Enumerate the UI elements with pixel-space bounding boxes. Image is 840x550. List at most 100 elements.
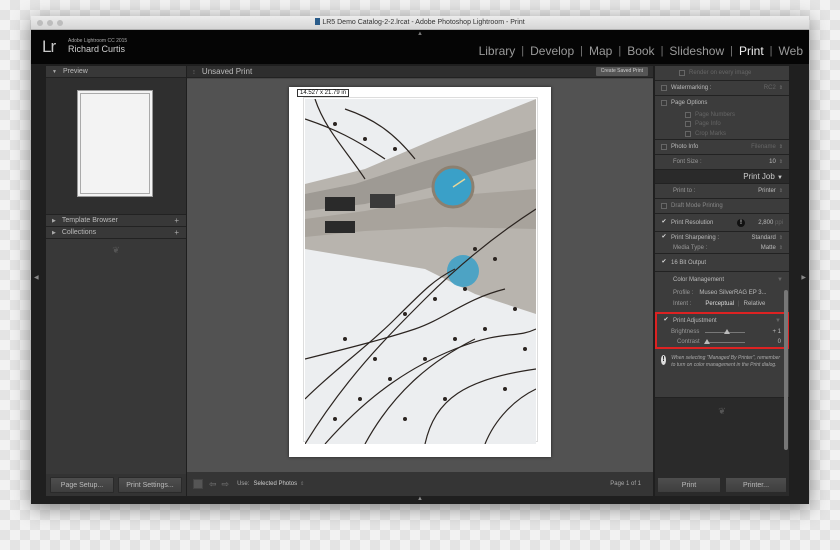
print-to-select[interactable]: Printer ⇕ <box>758 188 783 194</box>
module-develop[interactable]: Develop <box>530 44 574 58</box>
sharpening-section: ✔ Print Sharpening : Standard ⇕ Media Type … <box>655 232 789 254</box>
collections-header[interactable]: ▶ Collections + <box>46 227 186 239</box>
page-options-row[interactable]: Page Options <box>655 96 789 110</box>
collapse-top-panel-icon[interactable]: ▲ <box>417 31 423 37</box>
watermark-select[interactable]: RC2 ⇕ <box>764 85 783 91</box>
watermarking-checkbox[interactable] <box>661 85 667 91</box>
use-label: Use: <box>237 481 250 487</box>
media-type-select[interactable]: Matte ⇕ <box>761 245 783 251</box>
contrast-slider-thumb[interactable] <box>704 339 710 344</box>
resolution-warning-icon[interactable]: ! <box>737 218 745 227</box>
watermarking-row[interactable]: Watermarking : RC2 ⇕ <box>655 81 789 95</box>
print-settings-button[interactable]: Print Settings... <box>118 477 182 493</box>
bit-output-row[interactable]: ✔ 16 Bit Output <box>655 254 789 271</box>
print-header: ⁝ Unsaved Print Create Saved Print <box>187 66 653 78</box>
print-sharpening-checkbox[interactable]: ✔ <box>661 234 667 241</box>
page-numbers-row[interactable]: Page Numbers <box>655 110 789 119</box>
font-size-section: Font Size : 10 ⇕ <box>655 155 789 170</box>
photo-cell[interactable] <box>305 99 536 444</box>
font-size-row[interactable]: Font Size : 10 ⇕ <box>655 155 789 169</box>
render-every-image-row[interactable]: Render on every image <box>655 66 789 80</box>
brightness-slider[interactable] <box>705 329 745 334</box>
watermarking-row-section: Watermarking : RC2 ⇕ <box>655 81 789 96</box>
photo-info-select[interactable]: Filename ⇕ <box>751 144 783 150</box>
updown-icon: ⇕ <box>778 188 783 194</box>
photo-info-checkbox[interactable] <box>661 144 667 150</box>
print-adjustment-checkbox[interactable]: ✔ <box>663 317 669 324</box>
previous-page-arrow-icon[interactable]: ⇦ <box>209 479 217 490</box>
print-job-header[interactable]: Print Job ▼ <box>655 170 789 184</box>
preview-label: Preview <box>62 68 88 75</box>
checkbox[interactable] <box>679 70 685 76</box>
font-size-select[interactable]: 10 ⇕ <box>769 159 783 165</box>
print-to-row[interactable]: Print to : Printer ⇕ <box>655 184 789 198</box>
print-resolution-row[interactable]: ✔ Print Resolution ! 2,800 ppi <box>655 214 789 231</box>
collapse-filmstrip-icon[interactable]: ▲ <box>417 496 423 502</box>
brightness-row: Brightness + 1 <box>657 327 787 337</box>
print-button[interactable]: Print <box>657 477 721 493</box>
page-setup-button[interactable]: Page Setup... <box>50 477 114 493</box>
module-slideshow[interactable]: Slideshow <box>669 44 724 58</box>
color-management-header[interactable]: Color Management ▼ <box>655 272 789 288</box>
add-collection-icon[interactable]: + <box>174 228 179 237</box>
page-options-checkbox[interactable] <box>661 100 667 106</box>
add-template-icon[interactable]: + <box>174 216 179 225</box>
media-type-row[interactable]: Media Type : Matte ⇕ <box>655 243 789 253</box>
bit-output-checkbox[interactable]: ✔ <box>661 259 667 266</box>
left-panel-toggle-icon[interactable]: ◀ <box>34 274 39 281</box>
checkbox[interactable] <box>685 120 691 127</box>
contrast-value[interactable]: 0 <box>778 339 781 345</box>
photo-info-row[interactable]: Photo Info Filename ⇕ <box>655 140 789 154</box>
preview-panel <box>46 78 186 215</box>
crop-marks-label: Crop Marks <box>695 130 727 137</box>
print-resolution-checkbox[interactable]: ✔ <box>661 219 667 226</box>
crop-marks-row[interactable]: Crop Marks <box>655 128 789 139</box>
checkbox[interactable] <box>685 111 691 118</box>
updown-icon: ⇕ <box>778 234 783 241</box>
print-resolution-field[interactable]: 2,800 ppi <box>758 220 783 226</box>
page-options-label: Page Options <box>671 100 708 106</box>
dimension-label: 14.527 x 21.79 in <box>297 89 350 97</box>
profile-row[interactable]: Profile : Museo SilverRAG EP 3... <box>655 288 789 298</box>
brightness-value[interactable]: + 1 <box>772 329 781 335</box>
brightness-slider-thumb[interactable] <box>724 329 730 334</box>
module-book[interactable]: Book <box>627 44 654 58</box>
template-browser-header[interactable]: ▶ Template Browser + <box>46 215 186 227</box>
watermark-section: Render on every image <box>655 66 789 81</box>
page-info-row[interactable]: Page Info <box>655 119 789 128</box>
color-management-label: Color Management <box>673 277 725 283</box>
contrast-row: Contrast 0 <box>657 337 787 347</box>
use-selector[interactable]: Selected Photos <box>253 481 297 487</box>
print-adjustment-header[interactable]: ✔ Print Adjustment ▼ <box>657 314 787 327</box>
profile-select[interactable]: Museo SilverRAG EP 3... <box>699 290 766 296</box>
intent-perceptual[interactable]: Perceptual <box>705 301 734 307</box>
page-options-section: Page Options Page Numbers Page Info Crop… <box>655 96 789 140</box>
toolbar: ⇦ ⇨ Use: Selected Photos ⇕ Page 1 of 1 <box>187 472 653 496</box>
first-page-button[interactable] <box>193 479 203 489</box>
right-panel-toggle-icon[interactable]: ▶ <box>801 274 806 281</box>
create-saved-print-button[interactable]: Create Saved Print <box>595 67 648 76</box>
module-library[interactable]: Library <box>479 44 516 58</box>
preview-panel-header[interactable]: ▼ Preview <box>46 66 186 78</box>
module-map[interactable]: Map <box>589 44 612 58</box>
draft-mode-checkbox[interactable] <box>661 203 667 209</box>
print-sharpening-row[interactable]: ✔ Print Sharpening : Standard ⇕ <box>655 232 789 243</box>
resolution-unit: ppi <box>774 219 783 226</box>
right-panel-scrollbar[interactable] <box>784 290 788 450</box>
print-page: 14.527 x 21.79 in <box>289 87 551 457</box>
lightroom-logo: Lr <box>42 37 56 56</box>
contrast-slider[interactable] <box>704 339 745 344</box>
checkbox[interactable] <box>685 130 691 137</box>
printer-button[interactable]: Printer... <box>725 477 787 493</box>
updown-icon: ⇕ <box>778 245 783 251</box>
module-print[interactable]: Print <box>739 44 764 58</box>
bit-output-label: 16 Bit Output <box>671 259 707 266</box>
sharpening-select[interactable]: Standard ⇕ <box>751 235 783 241</box>
intent-relative[interactable]: Relative <box>744 301 766 307</box>
intent-label: Intent : <box>673 301 692 307</box>
module-separator: | <box>580 45 583 57</box>
collapse-triangle-icon: ▼ <box>777 277 783 283</box>
module-web[interactable]: Web <box>779 44 803 58</box>
next-page-arrow-icon[interactable]: ⇨ <box>222 479 230 490</box>
draft-mode-row[interactable]: Draft Mode Printing <box>655 199 789 213</box>
